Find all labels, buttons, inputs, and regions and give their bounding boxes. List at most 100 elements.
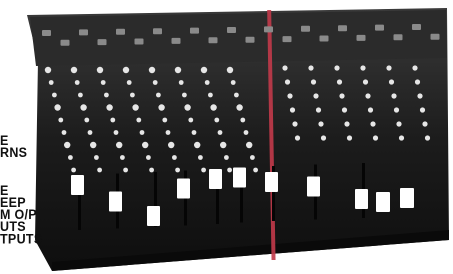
master-knob [424, 135, 431, 141]
channel-knob [204, 80, 210, 85]
channel-knob [44, 66, 52, 74]
master-knob [360, 65, 366, 71]
master-knob [313, 93, 319, 99]
channel-knob [106, 104, 113, 111]
channel-knob [52, 92, 57, 98]
master-knob [334, 65, 340, 71]
master-knob [386, 65, 392, 71]
master-knob [341, 107, 348, 113]
channel-knob [214, 117, 220, 123]
channel-knob [156, 92, 161, 98]
fader-cap [147, 206, 160, 226]
rear-connector [153, 28, 162, 35]
channel-knob [217, 130, 223, 135]
master-fader-cap [376, 192, 390, 212]
channel-knob [200, 66, 208, 74]
master-knob [412, 65, 418, 71]
master-knob [419, 107, 426, 113]
channel-knob [100, 80, 106, 85]
channel-knob [178, 80, 184, 85]
spec-text-top: E RNS [0, 134, 28, 161]
channel-knob [152, 80, 158, 85]
channel-knob [149, 167, 155, 173]
channel-knob [78, 92, 83, 98]
master-knob [344, 121, 350, 127]
fader-cap [233, 167, 246, 188]
fader-cap [307, 176, 320, 197]
channel-knob [226, 66, 234, 74]
channel-knob [210, 104, 217, 111]
master-fader-cap [400, 188, 414, 208]
fader-cap [355, 189, 368, 209]
master-knob [422, 121, 428, 127]
channel-knob [122, 66, 130, 74]
channel-knob [174, 66, 182, 74]
channel-knob [158, 104, 165, 111]
channel-knob [201, 167, 207, 173]
master-knob [396, 121, 402, 127]
rear-connector [79, 29, 88, 36]
master-knob [308, 65, 314, 71]
channel-knob [246, 141, 253, 149]
rear-connector [412, 24, 421, 30]
channel-knob [224, 155, 229, 160]
master-knob [292, 121, 298, 127]
master-knob [370, 121, 376, 127]
master-knob [282, 65, 288, 71]
rear-connector [430, 33, 440, 40]
spec-text-bottom: E EEP M O/P UTS TPUTS [0, 184, 43, 247]
channel-knob [162, 117, 168, 123]
channel-knob [132, 104, 139, 111]
channel-knob [61, 130, 67, 135]
channel-knob [126, 80, 132, 85]
channel-knob [123, 167, 128, 173]
rear-connector [116, 28, 125, 35]
master-knob [336, 79, 343, 85]
channel-knob [165, 130, 171, 135]
master-knob [393, 107, 400, 113]
channel-knob [74, 80, 80, 85]
master-knob [417, 93, 423, 99]
channel-knob [253, 167, 258, 173]
rear-connector [319, 35, 329, 42]
master-knob [339, 93, 345, 99]
channel-knob [110, 117, 116, 123]
channel-knob [136, 117, 142, 123]
channel-knob [54, 104, 61, 111]
master-knob [320, 135, 327, 141]
channel-knob [148, 66, 156, 74]
mixing-console-photo [27, 8, 449, 271]
rear-connector [375, 24, 384, 31]
rear-connector [338, 25, 347, 32]
channel-knob [97, 167, 102, 173]
rear-connector [301, 25, 310, 32]
spec-text-top-line-2: RNS [0, 144, 28, 161]
channel-knob [175, 167, 181, 173]
master-knob [367, 107, 374, 113]
channel-knob [130, 92, 135, 98]
channel-knob [184, 104, 191, 111]
fader-cap [71, 175, 84, 195]
channel-knob [104, 92, 109, 98]
channel-knob [250, 155, 255, 160]
fader-cap [109, 191, 122, 212]
master-knob [310, 79, 317, 85]
channel-knob [139, 130, 145, 135]
fader-cap [265, 172, 278, 192]
channel-knob [227, 167, 233, 173]
mixer-rear-panel [30, 10, 447, 66]
master-knob [287, 93, 293, 99]
channel-knob [243, 130, 249, 135]
channel-knob [168, 141, 175, 149]
channel-knob [234, 92, 239, 98]
rear-connector [264, 26, 273, 33]
master-knob [294, 135, 301, 141]
channel-knob [172, 155, 177, 160]
fader-cap [209, 169, 222, 189]
master-knob [391, 93, 397, 99]
rear-connector [134, 38, 144, 45]
channel-knob [240, 117, 246, 123]
channel-knob [182, 92, 187, 98]
spec-text-bottom-line-5: TPUTS [0, 231, 43, 247]
rear-connector [393, 34, 403, 41]
